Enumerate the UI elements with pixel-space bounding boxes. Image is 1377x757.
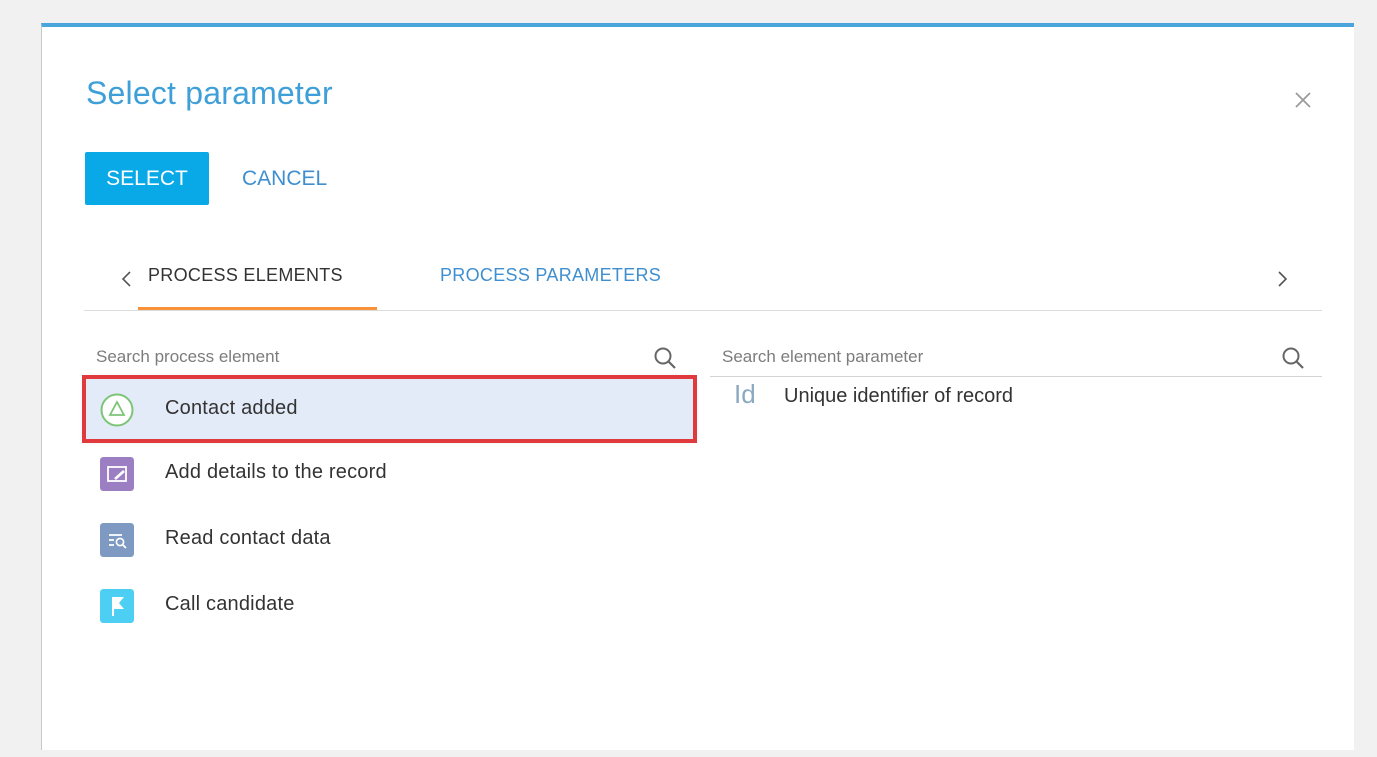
list-item-label: Add details to the record bbox=[165, 461, 387, 483]
list-item-add-details[interactable]: Add details to the record bbox=[86, 443, 693, 503]
process-element-search bbox=[84, 337, 684, 377]
cancel-button[interactable]: CANCEL bbox=[242, 152, 327, 205]
process-element-search-input[interactable] bbox=[94, 342, 618, 372]
dialog-title: Select parameter bbox=[86, 75, 333, 111]
flag-icon bbox=[100, 589, 134, 623]
list-item-read-contact-data[interactable]: Read contact data bbox=[86, 509, 693, 569]
parameter-label: Unique identifier of record bbox=[784, 385, 1014, 407]
read-data-icon bbox=[100, 523, 134, 557]
list-item-call-candidate[interactable]: Call candidate bbox=[86, 575, 693, 635]
tab-scroll-left-icon[interactable] bbox=[115, 267, 139, 291]
list-item-label: Call candidate bbox=[165, 593, 295, 615]
id-badge-icon: Id bbox=[734, 379, 756, 409]
edit-record-icon bbox=[100, 457, 134, 491]
tabs-divider bbox=[84, 310, 1322, 311]
select-parameter-dialog: Select parameter SELECT CANCEL PROCESS E… bbox=[41, 23, 1354, 750]
search-icon[interactable] bbox=[652, 345, 678, 371]
tab-process-parameters[interactable]: PROCESS PARAMETERS bbox=[440, 265, 661, 286]
list-item-contact-added[interactable]: Contact added bbox=[82, 375, 697, 443]
start-signal-icon bbox=[100, 393, 134, 427]
parameter-item-id[interactable]: Id Unique identifier of record bbox=[714, 367, 1314, 427]
select-button[interactable]: SELECT bbox=[85, 152, 209, 205]
tab-process-elements[interactable]: PROCESS ELEMENTS bbox=[148, 265, 343, 286]
close-icon[interactable] bbox=[1288, 85, 1318, 115]
list-item-label: Contact added bbox=[165, 397, 298, 419]
list-item-label: Read contact data bbox=[165, 527, 331, 549]
tab-scroll-right-icon[interactable] bbox=[1270, 267, 1294, 291]
